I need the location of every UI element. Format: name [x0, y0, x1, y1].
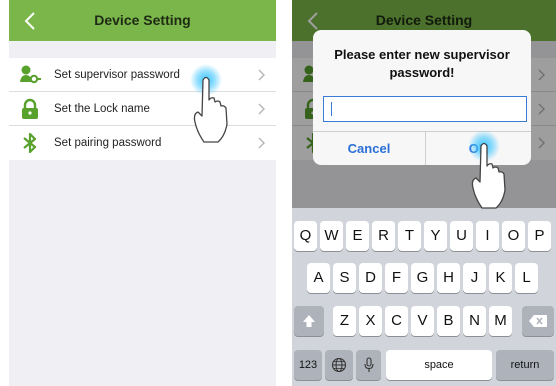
settings-item-label: Set pairing password: [54, 137, 162, 149]
key-q[interactable]: Q: [294, 221, 317, 251]
key-p[interactable]: P: [528, 221, 551, 251]
text-cursor: [331, 102, 332, 116]
backspace-icon: [529, 315, 547, 327]
tap-hand-icon: [468, 130, 506, 209]
globe-icon: [331, 357, 347, 373]
key-c[interactable]: C: [385, 306, 408, 336]
key-v[interactable]: V: [411, 306, 434, 336]
onscreen-keyboard: Q W E R T Y U I O P A S D F G H J K L Z …: [292, 208, 556, 386]
globe-key[interactable]: [325, 350, 353, 380]
key-b[interactable]: B: [437, 306, 460, 336]
chevron-right-icon: [258, 137, 265, 149]
key-o[interactable]: O: [502, 221, 525, 251]
key-f[interactable]: F: [385, 263, 408, 293]
key-e[interactable]: E: [346, 221, 369, 251]
new-password-input[interactable]: [323, 96, 527, 122]
key-user-icon: [20, 65, 41, 84]
bluetooth-icon: [23, 132, 37, 154]
key-d[interactable]: D: [359, 263, 382, 293]
backspace-key[interactable]: [522, 306, 554, 336]
key-n[interactable]: N: [463, 306, 486, 336]
key-u[interactable]: U: [450, 221, 473, 251]
key-t[interactable]: T: [398, 221, 421, 251]
device-setting-screen: Device Setting Set supervisor password S…: [9, 0, 276, 386]
chevron-right-icon: [258, 103, 265, 115]
key-a[interactable]: A: [307, 263, 330, 293]
key-r[interactable]: R: [372, 221, 395, 251]
dialog-message: Please enter new supervisor password!: [334, 47, 510, 80]
settings-item-label: Set the Lock name: [54, 103, 150, 115]
chevron-right-icon: [258, 69, 265, 81]
shift-key[interactable]: [294, 306, 324, 336]
password-dialog-screen: Device Setting Please enter new supervis…: [292, 0, 556, 386]
key-g[interactable]: G: [411, 263, 434, 293]
key-i[interactable]: I: [476, 221, 499, 251]
dictation-key[interactable]: [356, 350, 381, 380]
return-key[interactable]: return: [496, 350, 554, 380]
nav-bar: Device Setting: [9, 0, 276, 41]
key-l[interactable]: L: [515, 263, 538, 293]
key-y[interactable]: Y: [424, 221, 447, 251]
key-m[interactable]: M: [489, 306, 512, 336]
page-title: Device Setting: [94, 12, 191, 28]
key-w[interactable]: W: [320, 221, 343, 251]
key-s[interactable]: S: [333, 263, 356, 293]
key-j[interactable]: J: [463, 263, 486, 293]
shift-arrow-icon: [303, 315, 315, 327]
microphone-icon: [363, 357, 374, 372]
key-z[interactable]: Z: [333, 306, 356, 336]
tap-hand-icon: [190, 64, 228, 143]
lock-icon: [22, 98, 38, 119]
space-key[interactable]: space: [386, 350, 492, 380]
settings-item-label: Set supervisor password: [54, 69, 180, 81]
key-h[interactable]: H: [437, 263, 460, 293]
key-x[interactable]: X: [359, 306, 382, 336]
key-k[interactable]: K: [489, 263, 512, 293]
cancel-button[interactable]: Cancel: [313, 132, 426, 165]
numbers-key[interactable]: 123: [294, 350, 322, 380]
